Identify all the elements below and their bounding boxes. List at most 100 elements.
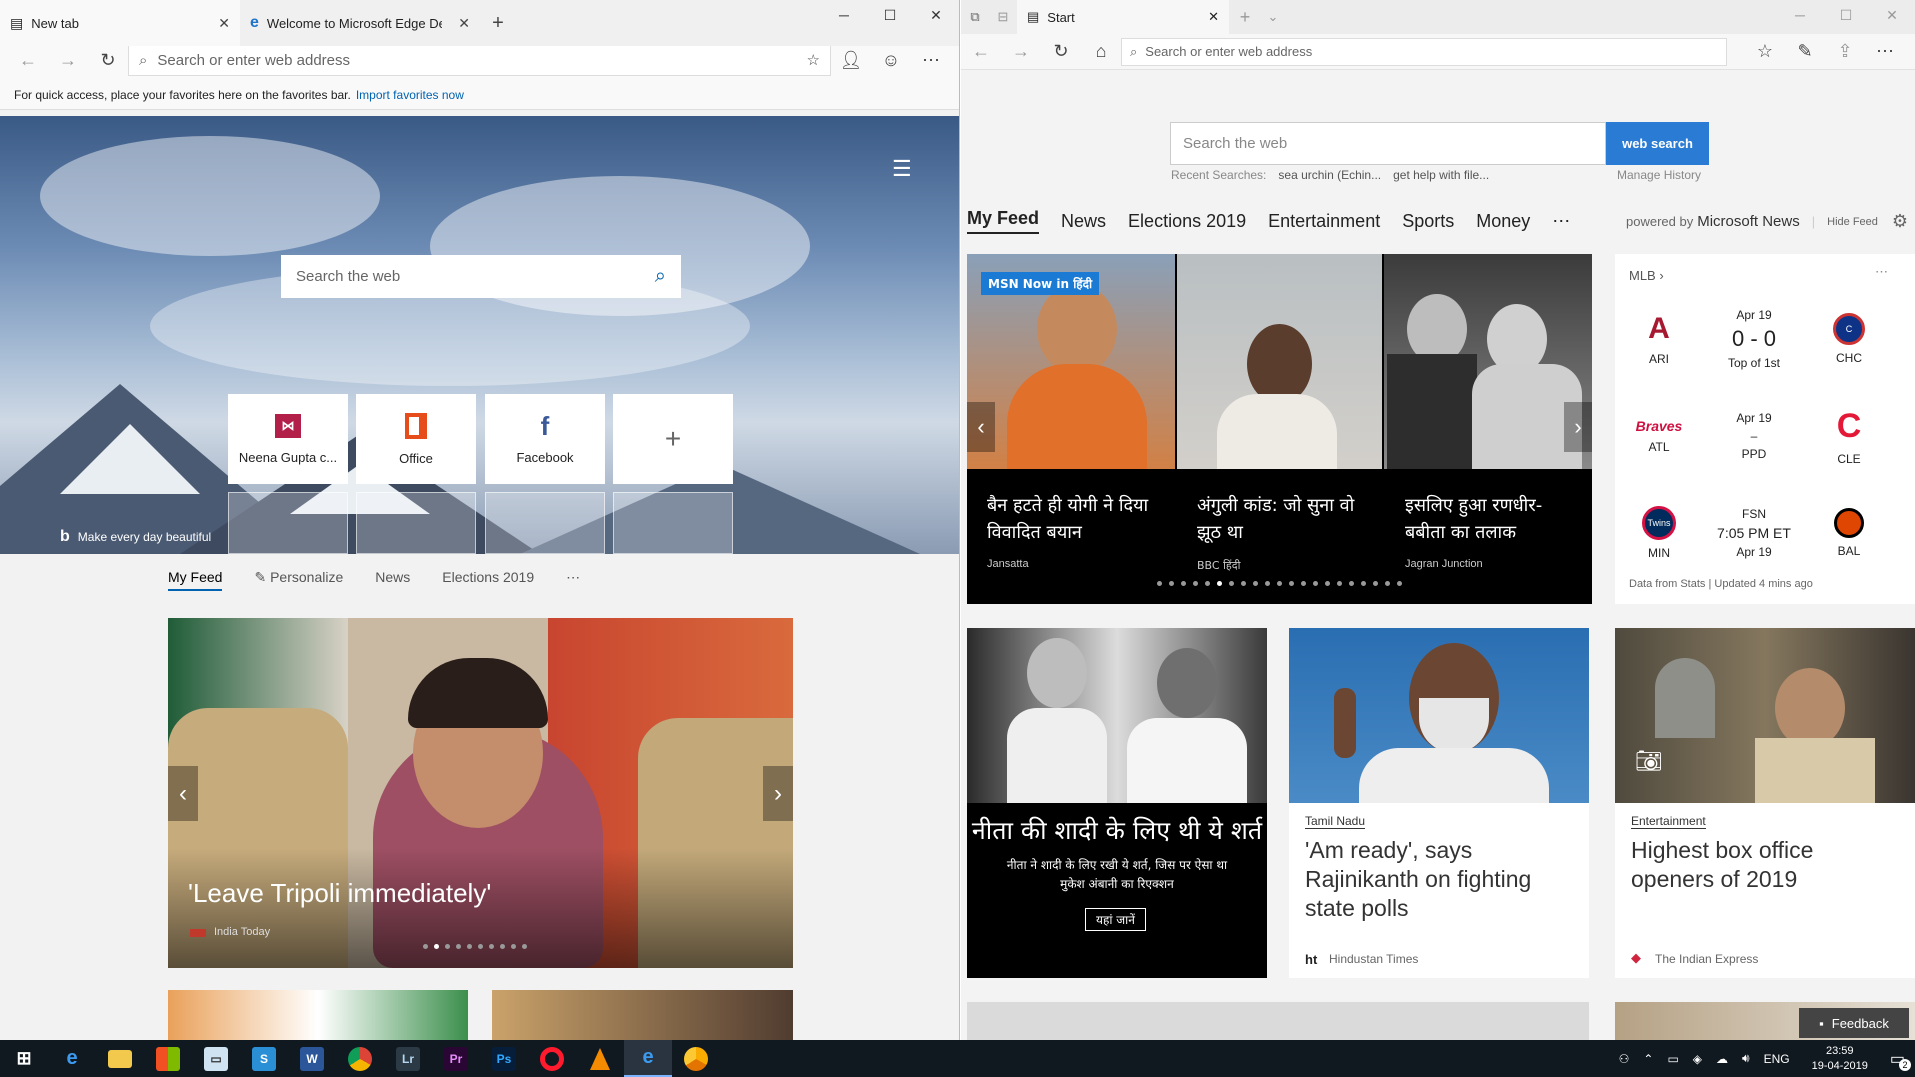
volume-icon[interactable]: 🔊︎ [1742, 1051, 1750, 1066]
profile-icon[interactable]: 👤︎ [831, 50, 871, 71]
more-tabs-icon[interactable]: ⋯ [566, 569, 580, 591]
close-tab-icon[interactable]: ✕ [1208, 9, 1219, 25]
more-tabs-icon[interactable]: ⋯ [1552, 211, 1570, 232]
hindi-carousel[interactable]: MSN Now in हिंदी ‹ › बैन हटते ही योगी ने… [967, 254, 1592, 604]
hero-story-card[interactable]: ‹ › 'Leave Tripoli immediately' India To… [168, 618, 793, 968]
tab-money[interactable]: Money [1476, 211, 1530, 232]
close-window-button[interactable]: ✕ [913, 0, 959, 30]
hide-feed-link[interactable]: Hide Feed [1827, 216, 1878, 228]
maximize-button[interactable]: ☐ [867, 0, 913, 30]
tab-my-feed[interactable]: My Feed [168, 569, 223, 591]
top-site-tile[interactable]: Office [356, 394, 476, 484]
taskbar-lightroom[interactable]: Lr [384, 1040, 432, 1077]
tab-welcome[interactable]: e Welcome to Microsoft Edge Dev ✕ [240, 0, 480, 46]
import-favorites-link[interactable]: Import favorites now [356, 88, 464, 102]
tab-elections[interactable]: Elections 2019 [1128, 211, 1246, 232]
top-site-tile[interactable]: ⋈ Neena Gupta c... [228, 394, 348, 484]
story-card[interactable]: नीता की शादी के लिए थी ये शर्त नीता ने श… [967, 628, 1267, 978]
game-row[interactable]: A ARI Apr 19 0 - 0 Top of 1st C CHC [1615, 294, 1893, 384]
manage-history-link[interactable]: Manage History [1617, 168, 1701, 182]
close-tab-icon[interactable]: ✕ [458, 15, 470, 32]
home-button[interactable]: ⌂ [1081, 41, 1121, 62]
share-icon[interactable]: ⇪ [1825, 41, 1865, 62]
network-icon[interactable]: ▭ [1667, 1052, 1678, 1066]
tab-manager-icon[interactable]: ⧉ [961, 9, 989, 25]
start-button[interactable]: ⊞ [0, 1040, 48, 1077]
game-row[interactable]: Braves ATL Apr 19 – PPD C CLE [1615, 391, 1893, 481]
action-center-icon[interactable]: ▭ 2 [1890, 1049, 1911, 1071]
hamburger-menu-icon[interactable]: ☰ [892, 156, 912, 182]
address-bar[interactable]: ⌕ Search or enter web address [1121, 37, 1727, 66]
story-card[interactable]: 📷︎ Entertainment Highest box office open… [1615, 628, 1915, 978]
more-menu-icon[interactable]: ⋯ [1865, 41, 1905, 62]
story-card[interactable] [492, 990, 793, 1040]
minimize-button[interactable]: ─ [1777, 0, 1823, 30]
new-tab-button[interactable]: + [1229, 7, 1261, 28]
onedrive-icon[interactable]: ☁ [1716, 1052, 1728, 1066]
show-hidden-icons-chevron-icon[interactable]: ⌃ [1643, 1052, 1653, 1066]
minimize-button[interactable]: ─ [821, 0, 867, 30]
feedback-button[interactable]: ▪ Feedback [1799, 1008, 1909, 1038]
taskbar-premiere[interactable]: Pr [432, 1040, 480, 1077]
taskbar-chrome-canary[interactable] [672, 1040, 720, 1077]
taskbar-chrome[interactable] [336, 1040, 384, 1077]
taskbar-vlc[interactable] [576, 1040, 624, 1077]
people-icon[interactable]: ⚇ [1619, 1052, 1630, 1066]
story-card[interactable] [967, 1002, 1589, 1040]
taskbar-file-explorer[interactable] [96, 1040, 144, 1077]
carousel-next-button[interactable]: › [1564, 402, 1592, 452]
maximize-button[interactable]: ☐ [1823, 0, 1869, 30]
card-category[interactable]: Entertainment [1631, 814, 1706, 829]
taskbar-word[interactable]: W [288, 1040, 336, 1077]
carousel-next-button[interactable]: › [763, 766, 793, 821]
tab-my-feed[interactable]: My Feed [967, 208, 1040, 234]
recent-search-item[interactable]: get help with file... [1393, 168, 1489, 182]
tab-preview-chevron-icon[interactable]: ⌄ [1261, 9, 1285, 25]
favorites-hub-icon[interactable]: ☆ [1745, 41, 1785, 62]
tab-sports[interactable]: Sports [1402, 211, 1454, 232]
forward-button[interactable]: → [1001, 41, 1041, 62]
settings-gear-icon[interactable]: ⚙ [1892, 211, 1908, 232]
close-tab-icon[interactable]: ✕ [218, 15, 230, 32]
mlb-header[interactable]: MLB › [1629, 268, 1664, 283]
tab-elections[interactable]: Elections 2019 [442, 569, 534, 591]
taskbar-notes[interactable]: ▭ [192, 1040, 240, 1077]
set-aside-tabs-icon[interactable]: ⊟ [989, 9, 1017, 25]
back-button[interactable]: ← [961, 41, 1001, 62]
add-tile-button[interactable]: + [613, 394, 733, 484]
web-note-icon[interactable]: ✎ [1785, 41, 1825, 62]
carousel-headline[interactable]: अंगुली कांड: जो सुना वो झूठ था [1197, 492, 1367, 546]
favorite-star-icon[interactable]: ☆ [807, 51, 820, 69]
taskbar-skype[interactable]: S [240, 1040, 288, 1077]
taskbar-opera[interactable] [528, 1040, 576, 1077]
search-icon[interactable]: ⌕ [655, 265, 666, 288]
more-menu-icon[interactable]: ⋯ [911, 50, 951, 71]
tab-news[interactable]: News [1061, 211, 1106, 232]
back-button[interactable]: ← [8, 50, 48, 71]
carousel-headline[interactable]: बैन हटते ही योगी ने दिया विवादित बयान [987, 492, 1167, 546]
bing-credit[interactable]: b Make every day beautiful [60, 528, 211, 546]
recent-search-item[interactable]: sea urchin (Echin... [1278, 168, 1381, 182]
close-window-button[interactable]: ✕ [1869, 0, 1915, 30]
address-bar[interactable]: ⌕ Search or enter web address ☆ [128, 44, 831, 76]
language-indicator[interactable]: ENG [1764, 1052, 1790, 1066]
card-category[interactable]: Tamil Nadu [1305, 814, 1366, 829]
game-row[interactable]: Twins MIN FSN 7:05 PM ET Apr 19 BAL [1615, 488, 1893, 578]
hero-search-box[interactable]: Search the web ⌕ [281, 255, 681, 298]
more-options-icon[interactable]: ⋯ [1875, 264, 1888, 280]
tab-entertainment[interactable]: Entertainment [1268, 211, 1380, 232]
start-search-box[interactable]: Search the web [1170, 122, 1606, 165]
forward-button[interactable]: → [48, 50, 88, 71]
carousel-prev-button[interactable]: ‹ [168, 766, 198, 821]
mlb-scores-card[interactable]: MLB › ⋯ A ARI Apr 19 0 - 0 Top of 1st C CHC … [1615, 254, 1915, 604]
carousel-prev-button[interactable]: ‹ [967, 402, 995, 452]
new-tab-button[interactable]: + [480, 0, 516, 46]
refresh-button[interactable]: ↻ [1041, 41, 1081, 62]
top-site-tile[interactable]: f Facebook [485, 394, 605, 484]
feedback-smiley-icon[interactable]: ☺ [871, 50, 911, 71]
web-search-button[interactable]: web search [1606, 122, 1709, 165]
story-card[interactable]: Tamil Nadu 'Am ready', says Rajinikanth … [1289, 628, 1589, 978]
tab-news[interactable]: News [375, 569, 410, 591]
taskbar-edge[interactable]: e [48, 1040, 96, 1077]
tab-new-tab[interactable]: ▤ New tab ✕ [0, 0, 240, 46]
